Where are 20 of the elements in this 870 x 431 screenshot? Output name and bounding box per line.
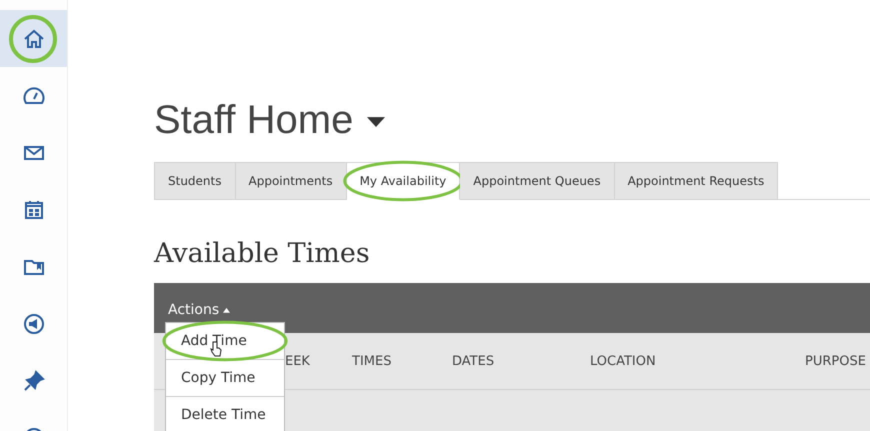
tab[interactable]: Students xyxy=(154,162,236,200)
sidebar-item[interactable] xyxy=(0,10,67,67)
menu-item[interactable]: Copy Time xyxy=(166,360,284,397)
tab[interactable]: Appointments xyxy=(236,162,347,200)
section-title: Available Times xyxy=(154,238,371,271)
pushpin-icon xyxy=(22,368,46,392)
highlight-circle xyxy=(8,14,58,64)
column-header: DATES xyxy=(452,354,496,368)
column-header: TIMES xyxy=(352,354,392,368)
menu-item[interactable]: Delete Time xyxy=(166,397,284,431)
caret-icon[interactable] xyxy=(367,116,386,128)
caret-icon xyxy=(223,307,230,313)
tab[interactable]: Appointment Queues xyxy=(460,162,615,200)
tab[interactable]: Appointment Requests xyxy=(614,162,778,200)
page-title: Staff Home xyxy=(154,98,354,142)
column-header: PURPOSE xyxy=(805,354,867,368)
actions-button[interactable]: Actions xyxy=(168,302,230,318)
column-header: EEK xyxy=(285,354,311,368)
megaphone-icon xyxy=(22,312,46,336)
column-header: LOCATION xyxy=(590,354,657,368)
